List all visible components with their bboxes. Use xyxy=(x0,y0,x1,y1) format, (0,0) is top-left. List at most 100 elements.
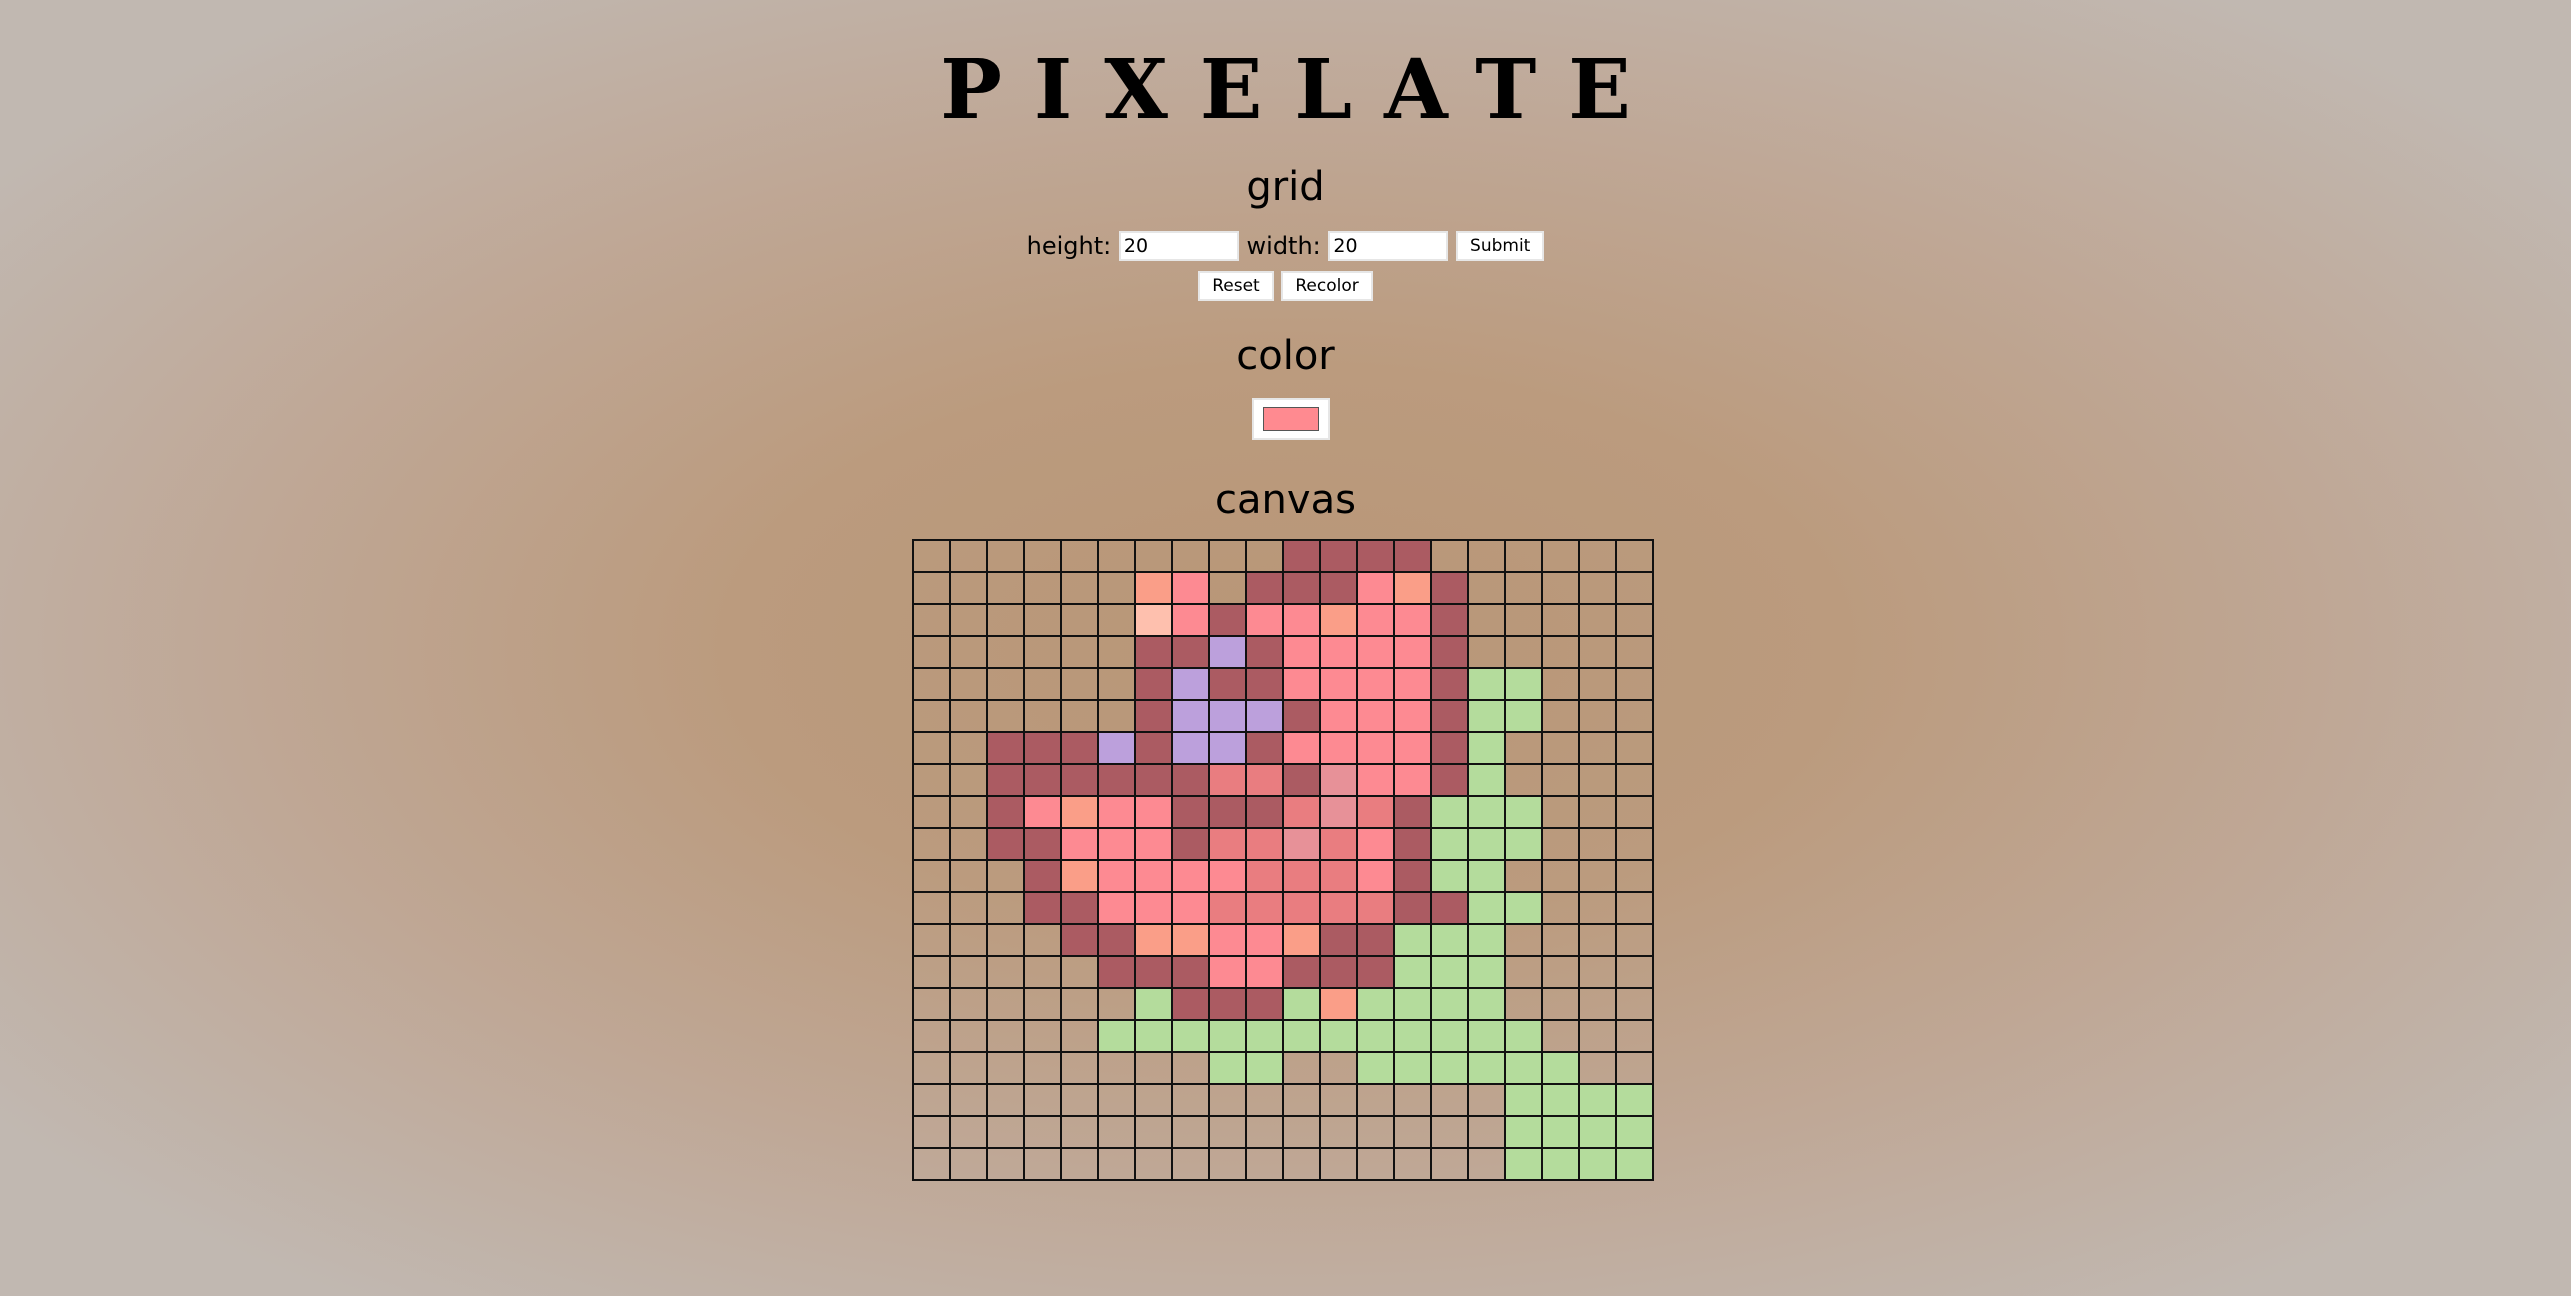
pixel-cell[interactable] xyxy=(1097,731,1136,765)
pixel-cell[interactable] xyxy=(1171,731,1210,765)
pixel-cell[interactable] xyxy=(1430,891,1469,925)
pixel-cell[interactable] xyxy=(1430,635,1469,669)
pixel-cell[interactable] xyxy=(986,1019,1025,1053)
pixel-cell[interactable] xyxy=(1060,571,1099,605)
pixel-cell[interactable] xyxy=(1134,667,1173,701)
pixel-cell[interactable] xyxy=(986,1083,1025,1117)
pixel-cell[interactable] xyxy=(1504,1147,1543,1181)
pixel-cell[interactable] xyxy=(912,1147,951,1181)
pixel-cell[interactable] xyxy=(1504,731,1543,765)
pixel-cell[interactable] xyxy=(912,667,951,701)
pixel-cell[interactable] xyxy=(1134,571,1173,605)
pixel-cell[interactable] xyxy=(1282,1115,1321,1149)
pixel-cell[interactable] xyxy=(1578,635,1617,669)
pixel-cell[interactable] xyxy=(1578,1051,1617,1085)
pixel-cell[interactable] xyxy=(1208,1051,1247,1085)
pixel-cell[interactable] xyxy=(1541,571,1580,605)
pixel-cell[interactable] xyxy=(1060,1019,1099,1053)
pixel-cell[interactable] xyxy=(1282,699,1321,733)
pixel-cell[interactable] xyxy=(1541,763,1580,797)
pixel-cell[interactable] xyxy=(1393,731,1432,765)
pixel-cell[interactable] xyxy=(1245,1115,1284,1149)
pixel-cell[interactable] xyxy=(1245,1083,1284,1117)
pixel-cell[interactable] xyxy=(912,571,951,605)
pixel-cell[interactable] xyxy=(1208,1083,1247,1117)
pixel-cell[interactable] xyxy=(986,763,1025,797)
pixel-cell[interactable] xyxy=(1356,699,1395,733)
pixel-cell[interactable] xyxy=(1319,635,1358,669)
pixel-cell[interactable] xyxy=(1578,827,1617,861)
pixel-cell[interactable] xyxy=(949,603,988,637)
pixel-cell[interactable] xyxy=(1467,891,1506,925)
pixel-cell[interactable] xyxy=(1060,955,1099,989)
pixel-cell[interactable] xyxy=(912,891,951,925)
pixel-cell[interactable] xyxy=(1134,891,1173,925)
pixel-cell[interactable] xyxy=(1541,699,1580,733)
pixel-cell[interactable] xyxy=(1245,667,1284,701)
pixel-cell[interactable] xyxy=(949,635,988,669)
pixel-cell[interactable] xyxy=(1097,635,1136,669)
pixel-cell[interactable] xyxy=(912,539,951,573)
pixel-cell[interactable] xyxy=(1319,891,1358,925)
pixel-cell[interactable] xyxy=(1393,987,1432,1021)
pixel-cell[interactable] xyxy=(1060,827,1099,861)
pixel-cell[interactable] xyxy=(1208,667,1247,701)
pixel-cell[interactable] xyxy=(1615,923,1654,957)
pixel-cell[interactable] xyxy=(1467,635,1506,669)
pixel-cell[interactable] xyxy=(1282,763,1321,797)
pixel-cell[interactable] xyxy=(1541,827,1580,861)
pixel-cell[interactable] xyxy=(986,891,1025,925)
pixel-cell[interactable] xyxy=(1467,539,1506,573)
pixel-cell[interactable] xyxy=(1541,1147,1580,1181)
pixel-cell[interactable] xyxy=(1245,1019,1284,1053)
pixel-cell[interactable] xyxy=(1356,1083,1395,1117)
pixel-cell[interactable] xyxy=(986,795,1025,829)
pixel-cell[interactable] xyxy=(1393,1083,1432,1117)
pixel-cell[interactable] xyxy=(1097,1051,1136,1085)
pixel-cell[interactable] xyxy=(1430,1083,1469,1117)
pixel-cell[interactable] xyxy=(1060,667,1099,701)
pixel-cell[interactable] xyxy=(1134,1083,1173,1117)
pixel-cell[interactable] xyxy=(1023,923,1062,957)
pixel-cell[interactable] xyxy=(1060,923,1099,957)
pixel-cell[interactable] xyxy=(1356,731,1395,765)
pixel-cell[interactable] xyxy=(1134,699,1173,733)
pixel-cell[interactable] xyxy=(1319,571,1358,605)
pixel-cell[interactable] xyxy=(1615,763,1654,797)
pixel-cell[interactable] xyxy=(1356,1051,1395,1085)
pixel-cell[interactable] xyxy=(1060,1083,1099,1117)
pixel-cell[interactable] xyxy=(1615,1019,1654,1053)
pixel-cell[interactable] xyxy=(1504,1083,1543,1117)
pixel-cell[interactable] xyxy=(1134,955,1173,989)
pixel-cell[interactable] xyxy=(1208,635,1247,669)
pixel-cell[interactable] xyxy=(912,1051,951,1085)
pixel-cell[interactable] xyxy=(1097,603,1136,637)
pixel-cell[interactable] xyxy=(1245,1051,1284,1085)
pixel-cell[interactable] xyxy=(1393,1051,1432,1085)
pixel-cell[interactable] xyxy=(1134,635,1173,669)
pixel-cell[interactable] xyxy=(1060,1147,1099,1181)
pixel-cell[interactable] xyxy=(1615,699,1654,733)
pixel-cell[interactable] xyxy=(1319,667,1358,701)
pixel-cell[interactable] xyxy=(1208,731,1247,765)
pixel-cell[interactable] xyxy=(1504,1115,1543,1149)
pixel-cell[interactable] xyxy=(1356,763,1395,797)
pixel-cell[interactable] xyxy=(986,859,1025,893)
pixel-cell[interactable] xyxy=(1171,955,1210,989)
pixel-cell[interactable] xyxy=(1060,1115,1099,1149)
pixel-cell[interactable] xyxy=(1097,1019,1136,1053)
pixel-cell[interactable] xyxy=(912,923,951,957)
pixel-cell[interactable] xyxy=(1467,795,1506,829)
pixel-cell[interactable] xyxy=(1282,539,1321,573)
pixel-cell[interactable] xyxy=(1578,699,1617,733)
pixel-cell[interactable] xyxy=(1430,731,1469,765)
pixel-cell[interactable] xyxy=(1615,571,1654,605)
pixel-cell[interactable] xyxy=(912,731,951,765)
pixel-cell[interactable] xyxy=(1060,699,1099,733)
pixel-cell[interactable] xyxy=(986,539,1025,573)
pixel-cell[interactable] xyxy=(1504,827,1543,861)
pixel-cell[interactable] xyxy=(1541,955,1580,989)
pixel-cell[interactable] xyxy=(1541,667,1580,701)
pixel-cell[interactable] xyxy=(912,955,951,989)
pixel-cell[interactable] xyxy=(1541,539,1580,573)
